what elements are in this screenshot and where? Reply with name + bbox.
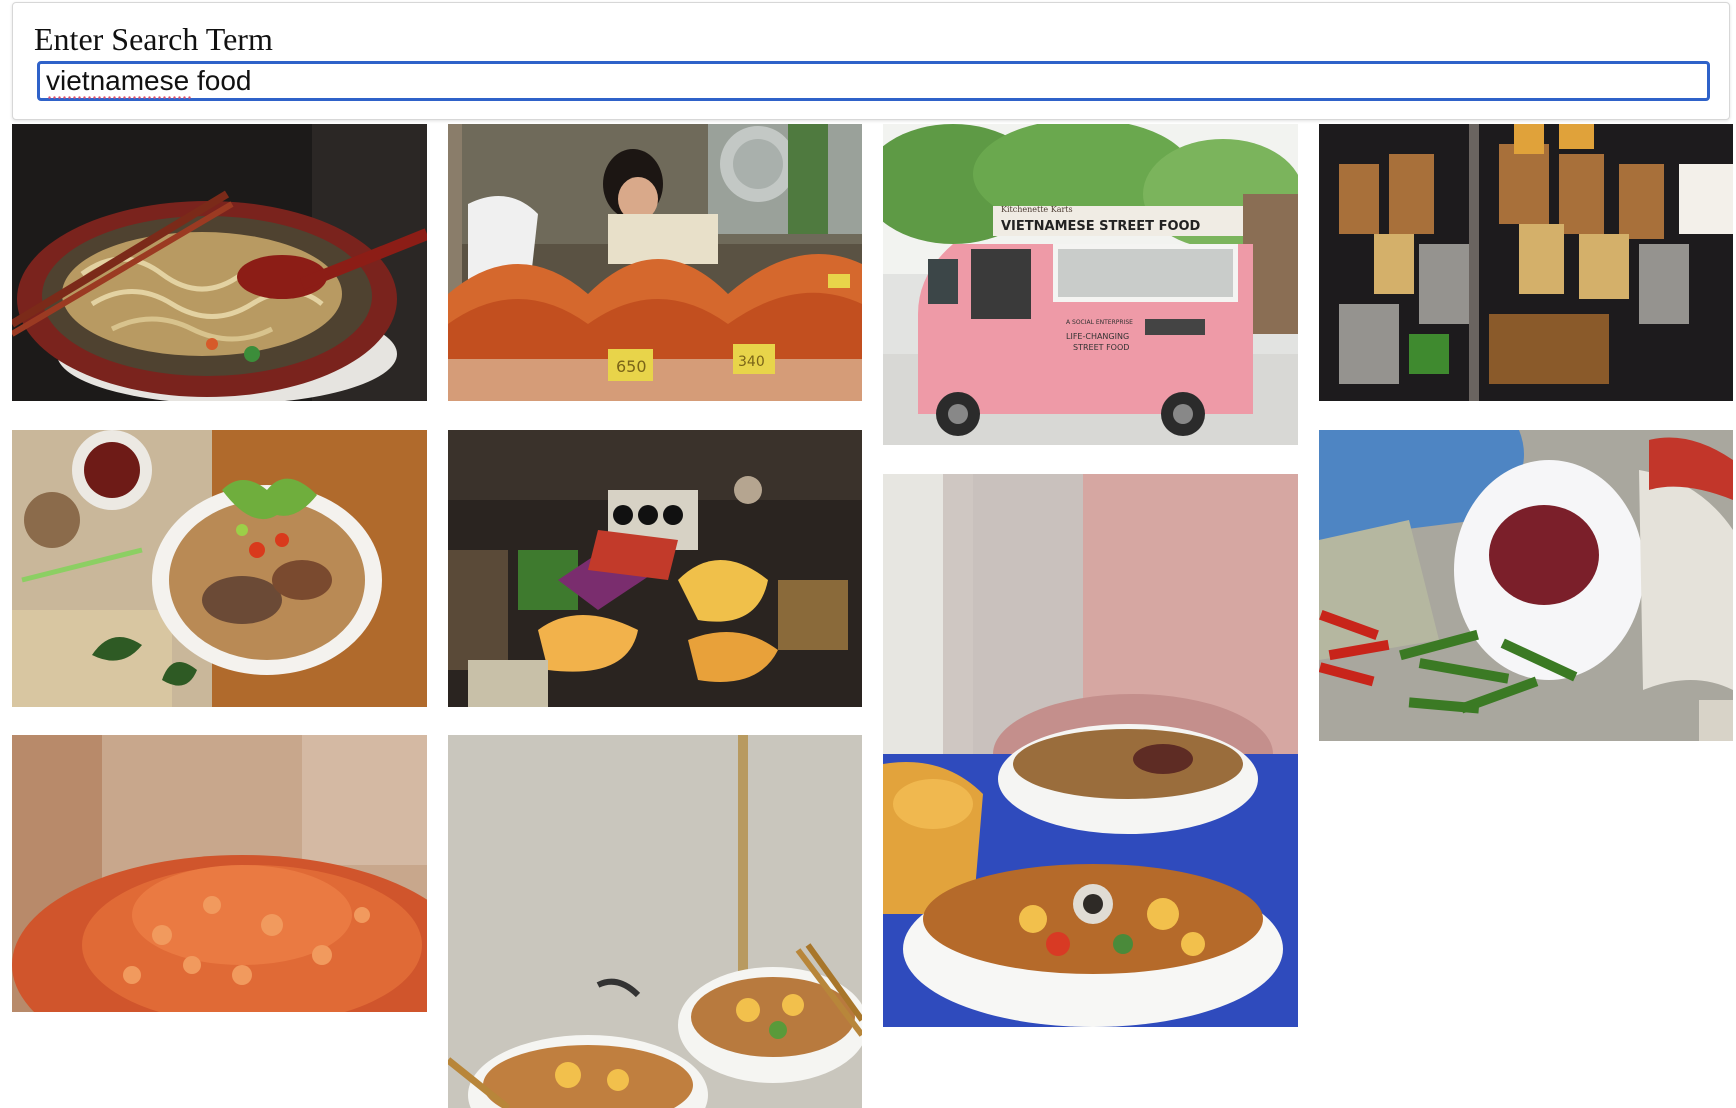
market-dried-shrimp-vendor-image: 650 340 xyxy=(448,124,862,401)
photo-dried-shrimp[interactable] xyxy=(12,735,427,1012)
pho-with-herbs-image xyxy=(12,430,427,707)
photo-market-snacks[interactable] xyxy=(448,430,862,707)
spices-and-chilies-image xyxy=(1319,430,1733,741)
price-tag-650: 650 xyxy=(616,357,647,376)
price-tag-340: 340 xyxy=(738,354,765,370)
photo-hanging-snacks[interactable] xyxy=(1319,124,1733,401)
truck-side-text-2: LIFE-CHANGING xyxy=(1066,332,1129,341)
noodle-bowls-wall-image xyxy=(448,735,862,1108)
truck-sign-text: VIETNAMESE STREET FOOD xyxy=(1001,219,1201,234)
search-input[interactable] xyxy=(37,61,1710,101)
search-panel: Enter Search Term xyxy=(12,2,1730,120)
pink-food-truck-image: Kitchenette Karts VIETNAMESE STREET FOOD… xyxy=(883,124,1298,445)
search-label: Enter Search Term xyxy=(34,21,273,57)
market-snacks-pile-image xyxy=(448,430,862,707)
photo-noodle-soup-table[interactable] xyxy=(883,474,1298,1027)
photo-market-vendor[interactable]: 650 340 xyxy=(448,124,862,401)
photo-noodle-soup[interactable] xyxy=(12,124,427,401)
noodle-soup-bowl-image xyxy=(12,124,427,401)
truck-side-text-3: STREET FOOD xyxy=(1073,343,1129,352)
truck-side-text-1: A SOCIAL ENTERPRISE xyxy=(1066,319,1133,326)
photo-noodle-bowls-wall[interactable] xyxy=(448,735,862,1108)
noodle-soup-table-image xyxy=(883,474,1298,1027)
photo-food-truck[interactable]: Kitchenette Karts VIETNAMESE STREET FOOD… xyxy=(883,124,1298,445)
photo-pho-herbs[interactable] xyxy=(12,430,427,707)
hanging-snack-bags-image xyxy=(1319,124,1733,401)
photo-spices-chilies[interactable] xyxy=(1319,430,1733,741)
truck-brand-text: Kitchenette Karts xyxy=(1001,205,1073,214)
dried-shrimp-pile-image xyxy=(12,735,427,1012)
